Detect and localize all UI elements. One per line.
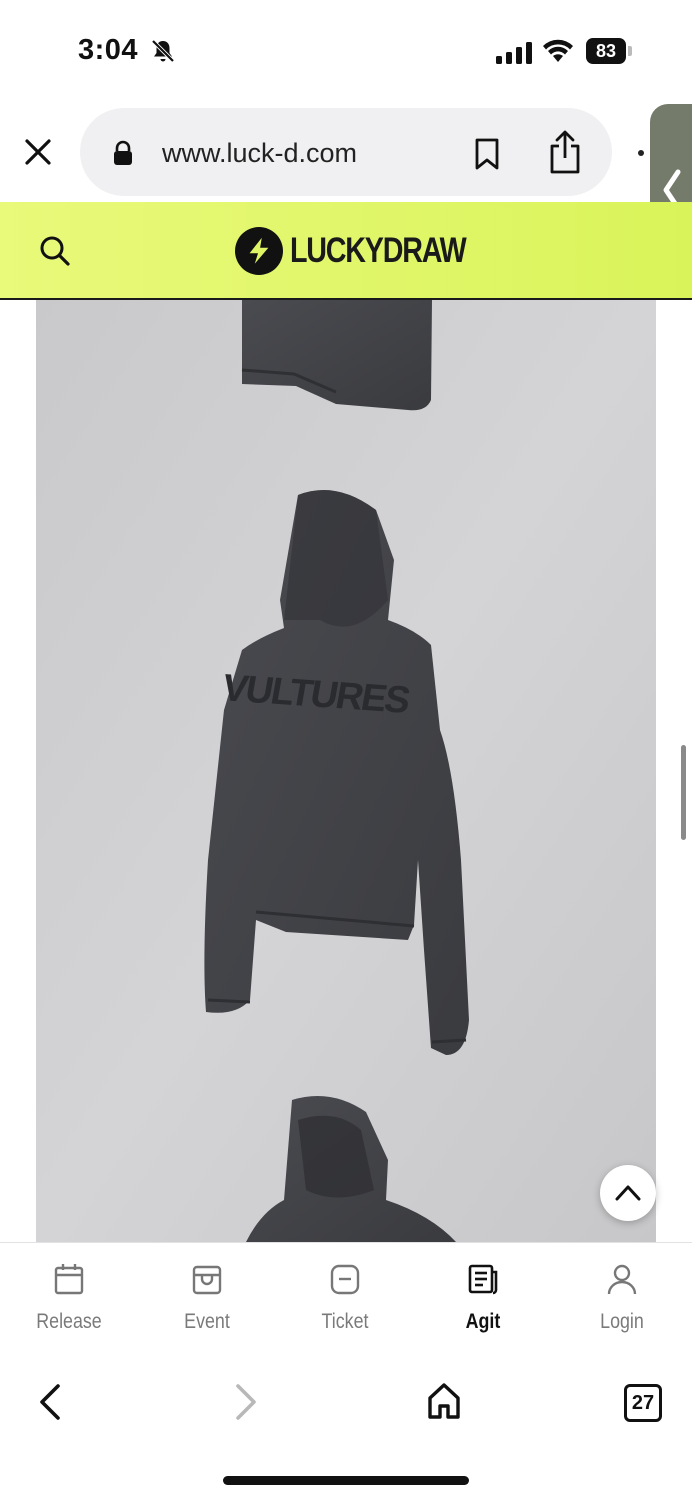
back-icon[interactable] [36,1382,64,1422]
logo-icon[interactable] [234,226,284,276]
ticket-icon [330,1264,360,1295]
forward-icon[interactable] [232,1382,260,1422]
tab-ticket[interactable]: Ticket [290,1262,400,1352]
close-icon[interactable] [22,136,54,168]
bell-muted-icon [151,39,175,63]
tab-release[interactable]: Release [14,1262,124,1352]
tab-login-label: Login [600,1310,644,1333]
tab-ticket-label: Ticket [321,1310,369,1333]
product-image: VULTURES [36,300,656,1242]
scroll-to-top-button[interactable] [600,1165,656,1221]
lock-icon [114,140,132,165]
wifi-icon [543,39,573,62]
newspaper-icon [468,1264,498,1295]
tab-login[interactable]: Login [567,1262,677,1352]
battery-indicator: 83 [586,38,632,64]
tabs-count-button[interactable]: 27 [624,1384,662,1422]
store-icon [192,1265,222,1295]
user-icon [607,1264,637,1295]
search-icon[interactable] [38,234,72,268]
tab-event[interactable]: Event [152,1262,262,1352]
signal-icon [496,42,532,64]
home-icon[interactable] [426,1382,462,1420]
battery-level: 83 [586,38,626,64]
status-time: 3:04 [78,34,139,66]
tab-agit[interactable]: Agit [428,1262,538,1352]
hoodie-photo: VULTURES [36,300,656,1242]
share-icon[interactable] [548,130,582,174]
tab-agit-label: Agit [465,1310,501,1333]
bookmark-icon[interactable] [474,138,500,170]
tab-event-label: Event [184,1310,230,1333]
home-indicator [223,1476,469,1485]
chevron-up-icon [615,1185,641,1201]
site-logo-text[interactable]: LUCKYDRAW [290,226,467,276]
calendar-icon [54,1264,84,1295]
scroll-indicator[interactable] [681,745,686,840]
more-icon[interactable] [638,150,644,156]
url-text[interactable]: www.luck-d.com [162,138,357,169]
tab-release-label: Release [36,1310,102,1333]
